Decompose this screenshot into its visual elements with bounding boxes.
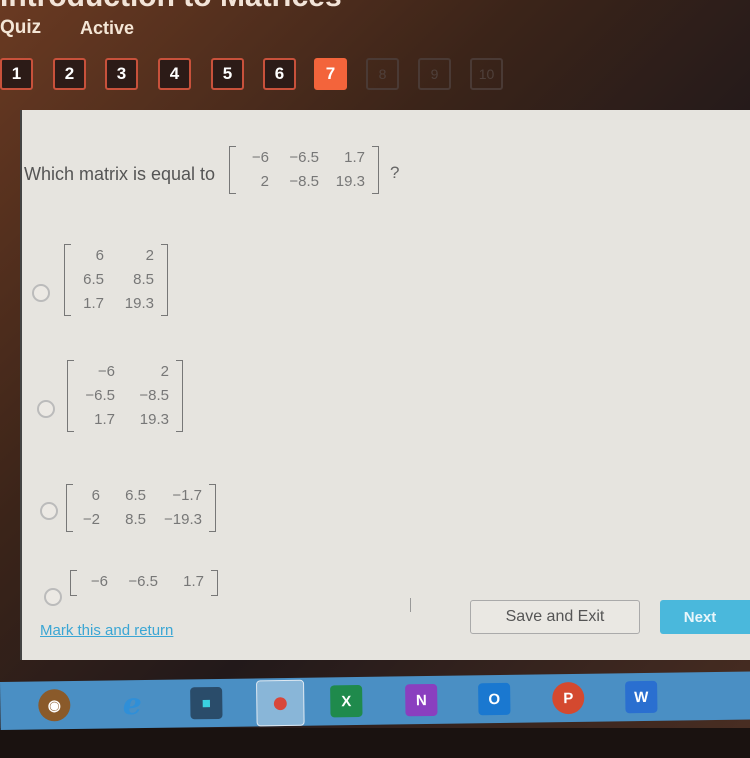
question-button-3[interactable]: 3 (105, 58, 138, 90)
right-bracket (176, 360, 183, 432)
question-button-7[interactable]: 7 (314, 58, 347, 90)
mark-and-return-link[interactable]: Mark this and return (40, 622, 173, 639)
matrix-cell: 19.3 (124, 295, 154, 312)
matrix-cell: 19.3 (335, 173, 365, 190)
video-editor-icon[interactable]: ■ (190, 686, 223, 720)
question-button-2[interactable]: 2 (53, 58, 86, 90)
matrix-cell: −19.3 (164, 511, 202, 528)
question-button-6[interactable]: 6 (263, 58, 296, 90)
question-mark: ? (390, 163, 400, 182)
matrix-cell: 2 (260, 173, 269, 190)
matrix-cell: −6.5 (289, 149, 319, 166)
left-bracket (67, 360, 74, 432)
matrix-cell: −8.5 (289, 173, 319, 190)
right-bracket (161, 244, 168, 316)
matrix-cell: −6 (251, 149, 269, 166)
internet-explorer-icon[interactable]: e (116, 687, 148, 722)
option-a-radio[interactable] (32, 284, 50, 302)
question-button-9: 9 (418, 58, 451, 90)
question-button-10: 10 (470, 58, 503, 90)
option-c-matrix: 6 6.5 −1.7 −2 8.5 −19.3 (66, 484, 216, 532)
question-panel: Which matrix is equal to −6 −6.5 1.7 2 −… (20, 110, 750, 660)
left-bracket (70, 570, 77, 596)
question-button-8: 8 (366, 58, 399, 90)
matrix-cell: 19.3 (139, 411, 169, 428)
desktop-edge (0, 728, 750, 758)
matrix-cell: 6.5 (125, 487, 146, 504)
option-b-matrix: −6 2 −6.5 −8.5 1.7 19.3 (67, 360, 183, 432)
option-a-matrix: 6 2 6.5 8.5 1.7 19.3 (64, 244, 168, 316)
right-bracket (372, 146, 379, 194)
matrix-cell: −8.5 (139, 387, 169, 404)
matrix-cell: −1.7 (172, 487, 202, 504)
media-player-icon[interactable]: ◉ (38, 689, 71, 722)
matrix-cell: 1.7 (344, 149, 365, 166)
scroll-divider (410, 598, 411, 612)
matrix-cell: 6 (91, 487, 100, 504)
left-bracket (64, 244, 71, 316)
next-button[interactable]: Next (660, 600, 750, 634)
matrix-cell: 1.7 (94, 411, 115, 428)
left-bracket (229, 146, 236, 194)
left-bracket (66, 484, 73, 532)
question-button-5[interactable]: 5 (211, 58, 244, 90)
option-b-radio[interactable] (37, 400, 55, 418)
quiz-title: Introduction to Matrices (0, 0, 342, 14)
matrix-cell: 1.7 (183, 573, 204, 590)
matrix-cell: 6.5 (83, 271, 104, 288)
matrix-cell: −6 (97, 363, 115, 380)
question-button-1[interactable]: 1 (0, 58, 33, 90)
right-bracket (211, 570, 218, 596)
matrix-cell: 2 (145, 247, 154, 264)
matrix-cell: −6 (90, 573, 108, 590)
save-and-exit-button[interactable]: Save and Exit (470, 600, 640, 634)
taskbar: ◉ e ■ ● X N O P W (0, 671, 750, 730)
question-prompt: Which matrix is equal to (24, 164, 216, 184)
excel-icon[interactable]: X (330, 684, 363, 718)
matrix-cell: −2 (82, 511, 100, 528)
powerpoint-icon[interactable]: P (552, 681, 585, 715)
matrix-cell: 1.7 (83, 295, 104, 312)
right-bracket (209, 484, 216, 532)
status-label: Active (80, 18, 135, 38)
option-d-radio[interactable] (44, 588, 62, 606)
outlook-icon[interactable]: O (478, 682, 511, 716)
option-d-matrix: −6 −6.5 1.7 (70, 570, 218, 596)
matrix-cell: 8.5 (125, 511, 146, 528)
matrix-cell: 8.5 (133, 271, 154, 288)
question-button-4[interactable]: 4 (158, 58, 191, 90)
chrome-icon[interactable]: ● (256, 679, 305, 727)
quiz-label: Quiz (0, 17, 42, 38)
matrix-cell: 2 (160, 363, 169, 380)
matrix-cell: 6 (95, 247, 104, 264)
onenote-icon[interactable]: N (405, 683, 438, 717)
word-icon[interactable]: W (625, 680, 658, 714)
matrix-cell: −6.5 (128, 573, 158, 590)
matrix-cell: −6.5 (85, 387, 115, 404)
option-c-radio[interactable] (40, 502, 58, 520)
question-matrix: −6 −6.5 1.7 2 −8.5 19.3 (229, 146, 379, 194)
